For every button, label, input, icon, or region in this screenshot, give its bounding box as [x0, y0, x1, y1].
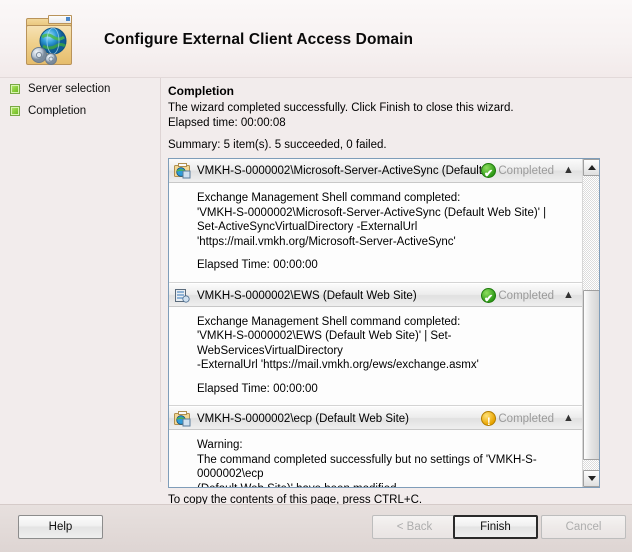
collapse-chevron-icon[interactable]: ▲ [562, 288, 575, 302]
result-body-line: 'VMKH-S-0000002\Microsoft-Server-ActiveS… [197, 206, 547, 219]
completion-heading: Completion [168, 84, 234, 98]
step-complete-icon [10, 106, 20, 116]
completion-summary: Completion The wizard completed successf… [168, 84, 608, 153]
sidebar-item-completion[interactable]: Completion [0, 100, 160, 122]
web-folder-icon [174, 163, 191, 179]
sidebar-item-label: Completion [28, 105, 87, 117]
back-button: < Back [372, 515, 457, 539]
summary-line: Summary: 5 item(s). 5 succeeded, 0 faile… [168, 139, 387, 151]
scroll-up-arrow-icon[interactable] [583, 159, 599, 176]
result-body-elapsed: Elapsed Time: 00:00:00 [197, 382, 318, 395]
results-list[interactable]: VMKH-S-0000002\Microsoft-Server-ActiveSy… [168, 158, 600, 488]
success-check-icon [481, 162, 496, 182]
result-body-line: (Default Web Site)' have been modified. [197, 482, 574, 488]
sidebar-item-label: Server selection [28, 83, 111, 95]
step-complete-icon [10, 84, 20, 94]
sidebar-item-server-selection[interactable]: Server selection [0, 78, 160, 100]
result-item-header[interactable]: VMKH-S-0000002\Microsoft-Server-ActiveSy… [169, 159, 584, 183]
result-item-body: Warning: The command completed successfu… [169, 430, 584, 488]
scroll-down-arrow-icon[interactable] [583, 470, 599, 487]
results-scrollbar[interactable] [582, 159, 599, 487]
result-item-status: Completed [498, 413, 554, 425]
server-directory-icon [174, 288, 191, 304]
page-title: Configure External Client Access Domain [104, 31, 414, 48]
result-body-line: Warning: [197, 439, 243, 451]
result-body-line: The command completed successfully but n… [197, 453, 537, 481]
result-item-header[interactable]: VMKH-S-0000002\EWS (Default Web Site) Co… [169, 282, 584, 307]
result-body-line: -ExternalUrl 'https://mail.vmkh.org/ews/… [197, 359, 479, 371]
elapsed-time: Elapsed time: 00:00:08 [168, 117, 286, 129]
folder-globe-gear-icon [20, 15, 82, 70]
result-item-name: VMKH-S-0000002\Microsoft-Server-ActiveSy… [197, 165, 495, 177]
warning-exclamation-icon [481, 410, 496, 429]
result-body-elapsed: Elapsed Time: 00:00:00 [197, 259, 318, 271]
collapse-chevron-icon[interactable]: ▲ [562, 411, 575, 425]
result-item-body: Exchange Management Shell command comple… [169, 183, 584, 283]
sidebar-divider [160, 78, 161, 482]
cancel-button: Cancel [541, 515, 626, 539]
result-item-status: Completed [498, 165, 554, 177]
result-body-line: 'VMKH-S-0000002\EWS (Default Web Site)' … [197, 330, 452, 357]
wizard-steps-sidebar: Server selection Completion [0, 78, 160, 482]
result-body-line: Exchange Management Shell command comple… [197, 315, 461, 328]
web-folder-icon [174, 411, 191, 427]
scrollbar-thumb[interactable] [583, 290, 599, 460]
result-item-status: Completed [498, 289, 554, 302]
result-body-line: 'https://mail.vmkh.org/Microsoft-Server-… [197, 235, 456, 248]
completion-description: The wizard completed successfully. Click… [168, 102, 514, 114]
result-body-line: Set-ActiveSyncVirtualDirectory -External… [197, 221, 418, 233]
success-check-icon [481, 287, 496, 306]
result-item-name: VMKH-S-0000002\EWS (Default Web Site) [197, 289, 417, 302]
help-button[interactable]: Help [18, 515, 103, 539]
result-item-body: Exchange Management Shell command comple… [169, 306, 584, 406]
result-item-header[interactable]: VMKH-S-0000002\ecp (Default Web Site) Co… [169, 406, 584, 430]
collapse-chevron-icon[interactable]: ▲ [562, 163, 575, 177]
finish-button[interactable]: Finish [453, 515, 538, 539]
wizard-header: Configure External Client Access Domain [0, 0, 632, 78]
result-body-line: Exchange Management Shell command comple… [197, 192, 461, 204]
wizard-button-bar: Help < Back Finish Cancel [0, 504, 632, 552]
result-item-name: VMKH-S-0000002\ecp (Default Web Site) [197, 413, 409, 425]
